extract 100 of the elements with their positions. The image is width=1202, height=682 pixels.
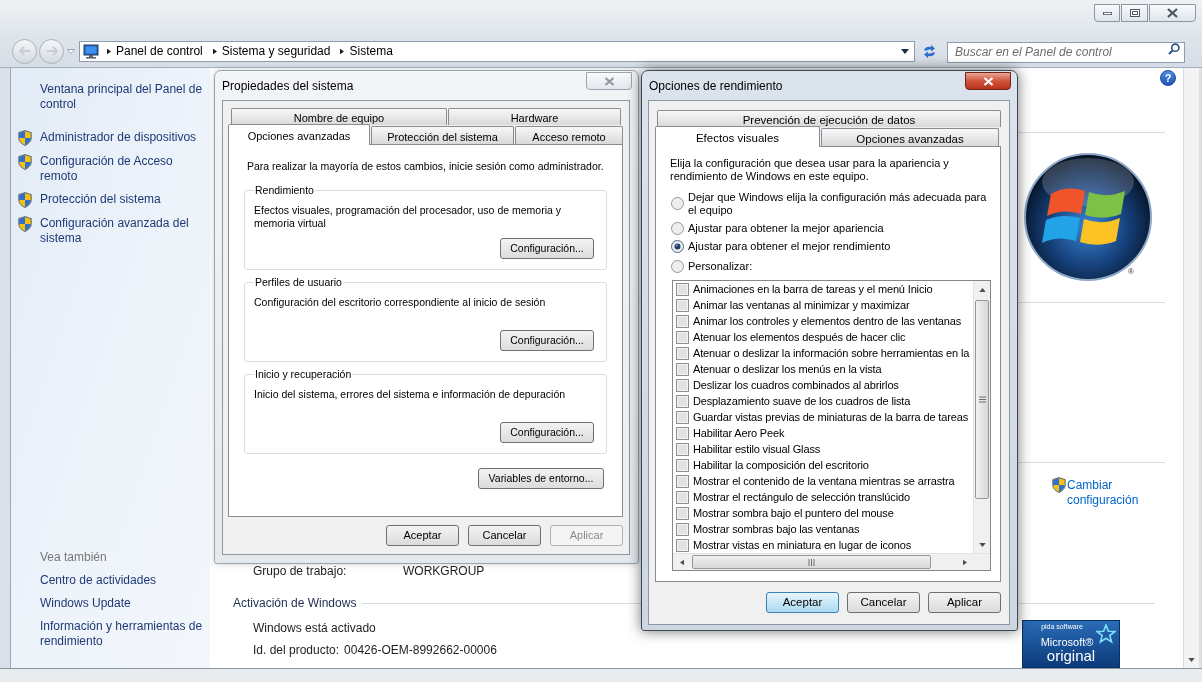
sidebar-link[interactable]: Configuración avanzada del sistema — [11, 216, 210, 246]
breadcrumb-item[interactable]: Sistema — [347, 41, 395, 61]
help-button[interactable]: ? — [1160, 70, 1176, 86]
checkbox-option[interactable]: Habilitar la composición del escritorio — [673, 457, 973, 473]
checkbox-option[interactable]: Atenuar los elementos después de hacer clic — [673, 329, 973, 345]
checkbox-option[interactable]: Habilitar estilo visual Glass — [673, 441, 973, 457]
grip-icon — [808, 558, 815, 566]
checkbox-option[interactable]: Atenuar o deslizar los menús en la vista — [673, 361, 973, 377]
field-value: WORKGROUP — [403, 564, 485, 578]
triangle-down-icon — [978, 542, 986, 547]
triangle-left-icon — [679, 558, 684, 566]
group-description: Configuración del escritorio correspondiente al inicio de sesión — [254, 296, 547, 310]
tab[interactable]: Opciones avanzadas — [821, 128, 999, 146]
checkbox-option[interactable]: Atenuar o deslizar la información sobre herramientas en la — [673, 345, 973, 361]
breadcrumb-arrow-icon — [340, 47, 345, 55]
computer-icon — [83, 43, 99, 59]
group-title: Inicio y recuperación — [254, 368, 353, 381]
checkbox-option[interactable]: Animar los controles y elementos dentro de las ventanas — [673, 313, 973, 329]
radio-option[interactable]: Ajustar para obtener la mejor apariencia — [671, 222, 1000, 235]
close-icon — [982, 76, 994, 86]
triangle-right-icon — [962, 558, 967, 566]
star-icon — [1096, 624, 1116, 644]
checkbox-option[interactable]: Mostrar el contenido de la ventana mientras se arrastra — [673, 473, 973, 489]
group-description: Efectos visuales, programación del procesador, uso de memoria y memoria virtual — [254, 204, 562, 230]
checkbox-option[interactable]: Animar las ventanas al minimizar y maximizar — [673, 297, 973, 313]
see-also-link[interactable]: Información y herramientas de rendimiento — [11, 619, 210, 649]
field-value: 00426-OEM-8992662-00006 — [344, 643, 497, 657]
dialog-button[interactable]: Aplicar — [928, 592, 1001, 613]
section-heading: Activación de Windows — [233, 596, 357, 610]
radio-option[interactable]: Ajustar para obtener el mejor rendimiento — [671, 240, 1000, 253]
shield-icon — [18, 154, 32, 170]
scroll-thumb[interactable] — [975, 300, 989, 499]
dialog-button[interactable]: Aceptar — [766, 592, 839, 613]
maximize-button[interactable] — [1121, 4, 1148, 22]
dialog-button[interactable]: Configuración... — [500, 422, 594, 443]
checkbox-option[interactable]: Guardar vistas previas de miniaturas de la barra de tareas — [673, 409, 973, 425]
tab[interactable]: Prevención de ejecución de datos — [657, 110, 1001, 127]
checkbox-option[interactable]: Animaciones en la barra de tareas y el menú Inicio — [673, 281, 973, 297]
sidebar-link[interactable]: Ventana principal del Panel de control — [11, 82, 210, 112]
activation-status: Windows está activado — [253, 621, 377, 635]
see-also-link[interactable]: Windows Update — [11, 596, 210, 611]
breadcrumb-item[interactable]: Panel de control — [114, 41, 205, 61]
checkbox-option[interactable]: Mostrar el rectángulo de selección translúcido — [673, 489, 973, 505]
tab[interactable]: Efectos visuales — [655, 126, 820, 147]
dialog-button[interactable]: Aceptar — [386, 525, 459, 546]
maximize-icon — [1129, 9, 1140, 17]
tab[interactable]: Acceso remoto — [515, 126, 623, 144]
scroll-thumb[interactable] — [692, 555, 931, 569]
field-label: Grupo de trabajo: — [253, 564, 348, 578]
sidebar-link[interactable]: Protección del sistema — [11, 192, 210, 208]
search-icon — [1168, 43, 1180, 56]
checkbox-option[interactable]: Habilitar Aero Peek — [673, 425, 973, 441]
tab[interactable]: Hardware — [448, 108, 621, 125]
dialog-button[interactable]: Variables de entorno... — [478, 468, 604, 489]
close-button[interactable] — [1149, 4, 1196, 22]
radio-option[interactable]: Dejar que Windows elija la configuración más adecuada para el equipo — [671, 191, 1000, 217]
tab[interactable]: Opciones avanzadas — [228, 124, 370, 145]
notice-text: Para realizar la mayoría de estos cambios, inicie sesión como administrador. — [246, 160, 605, 173]
address-bar[interactable]: Panel de control Sistema y seguridad Sistema — [79, 40, 915, 62]
dialog-title: Propiedades del sistema — [222, 79, 354, 93]
grip-icon — [978, 396, 986, 403]
see-also-link[interactable]: Centro de actividades — [11, 573, 210, 588]
radio-option[interactable]: Personalizar: — [671, 260, 1000, 273]
badge-word: original — [1046, 648, 1096, 664]
shield-icon — [18, 192, 32, 208]
breadcrumb-arrow-icon — [107, 47, 111, 55]
close-button[interactable] — [965, 72, 1011, 90]
dialog-button[interactable]: Cancelar — [468, 525, 541, 546]
triangle-down-icon — [1188, 657, 1195, 662]
description-text: Elija la configuración que desea usar para la apariencia y rendimiento de Windows en este equipo. — [670, 157, 950, 183]
sidebar-link[interactable]: Configuración de Acceso remoto — [11, 154, 210, 184]
field-label: Id. del producto: — [253, 643, 340, 657]
group-title: Rendimiento — [254, 184, 315, 197]
checkbox-option[interactable]: Desplazamiento suave de los cuadros de lista — [673, 393, 973, 409]
arrow-right-icon — [45, 46, 58, 57]
triangle-up-icon — [978, 287, 986, 292]
breadcrumb-item[interactable]: Sistema y seguridad — [219, 41, 333, 61]
shield-icon — [1052, 477, 1066, 493]
checkbox-option[interactable]: Mostrar sombra bajo el puntero del mouse — [673, 505, 973, 521]
minimize-icon — [1102, 11, 1112, 15]
shield-icon — [18, 130, 32, 146]
group-title: Perfiles de usuario — [254, 276, 343, 289]
close-icon — [603, 76, 615, 86]
search-field[interactable]: Buscar en el Panel de control — [947, 41, 1185, 63]
checkbox-option[interactable]: Mostrar sombras bajo las ventanas — [673, 521, 973, 537]
checkbox-option[interactable]: Mostrar vistas en miniatura en lugar de iconos — [673, 537, 973, 553]
dialog-button[interactable]: Cancelar — [847, 592, 920, 613]
dialog-button[interactable]: Configuración... — [500, 238, 594, 259]
dialog-button[interactable]: Configuración... — [500, 330, 594, 351]
dropdown-arrow-icon — [901, 48, 909, 54]
change-settings-link[interactable]: Cambiar configuración — [1052, 478, 1152, 508]
sidebar-link[interactable]: Administrador de dispositivos — [11, 130, 210, 146]
checkbox-option[interactable]: Deslizar los cuadros combinados al abrirlos — [673, 377, 973, 393]
tab[interactable]: Nombre de equipo — [231, 108, 447, 125]
tab[interactable]: Protección del sistema — [371, 126, 514, 144]
minimize-button[interactable] — [1094, 4, 1120, 22]
group-description: Inicio del sistema, errores del sistema e información de depuración — [254, 388, 567, 402]
badge-brand: Microsoft® — [1040, 636, 1095, 648]
shield-icon — [18, 216, 32, 232]
close-icon — [1167, 8, 1178, 18]
